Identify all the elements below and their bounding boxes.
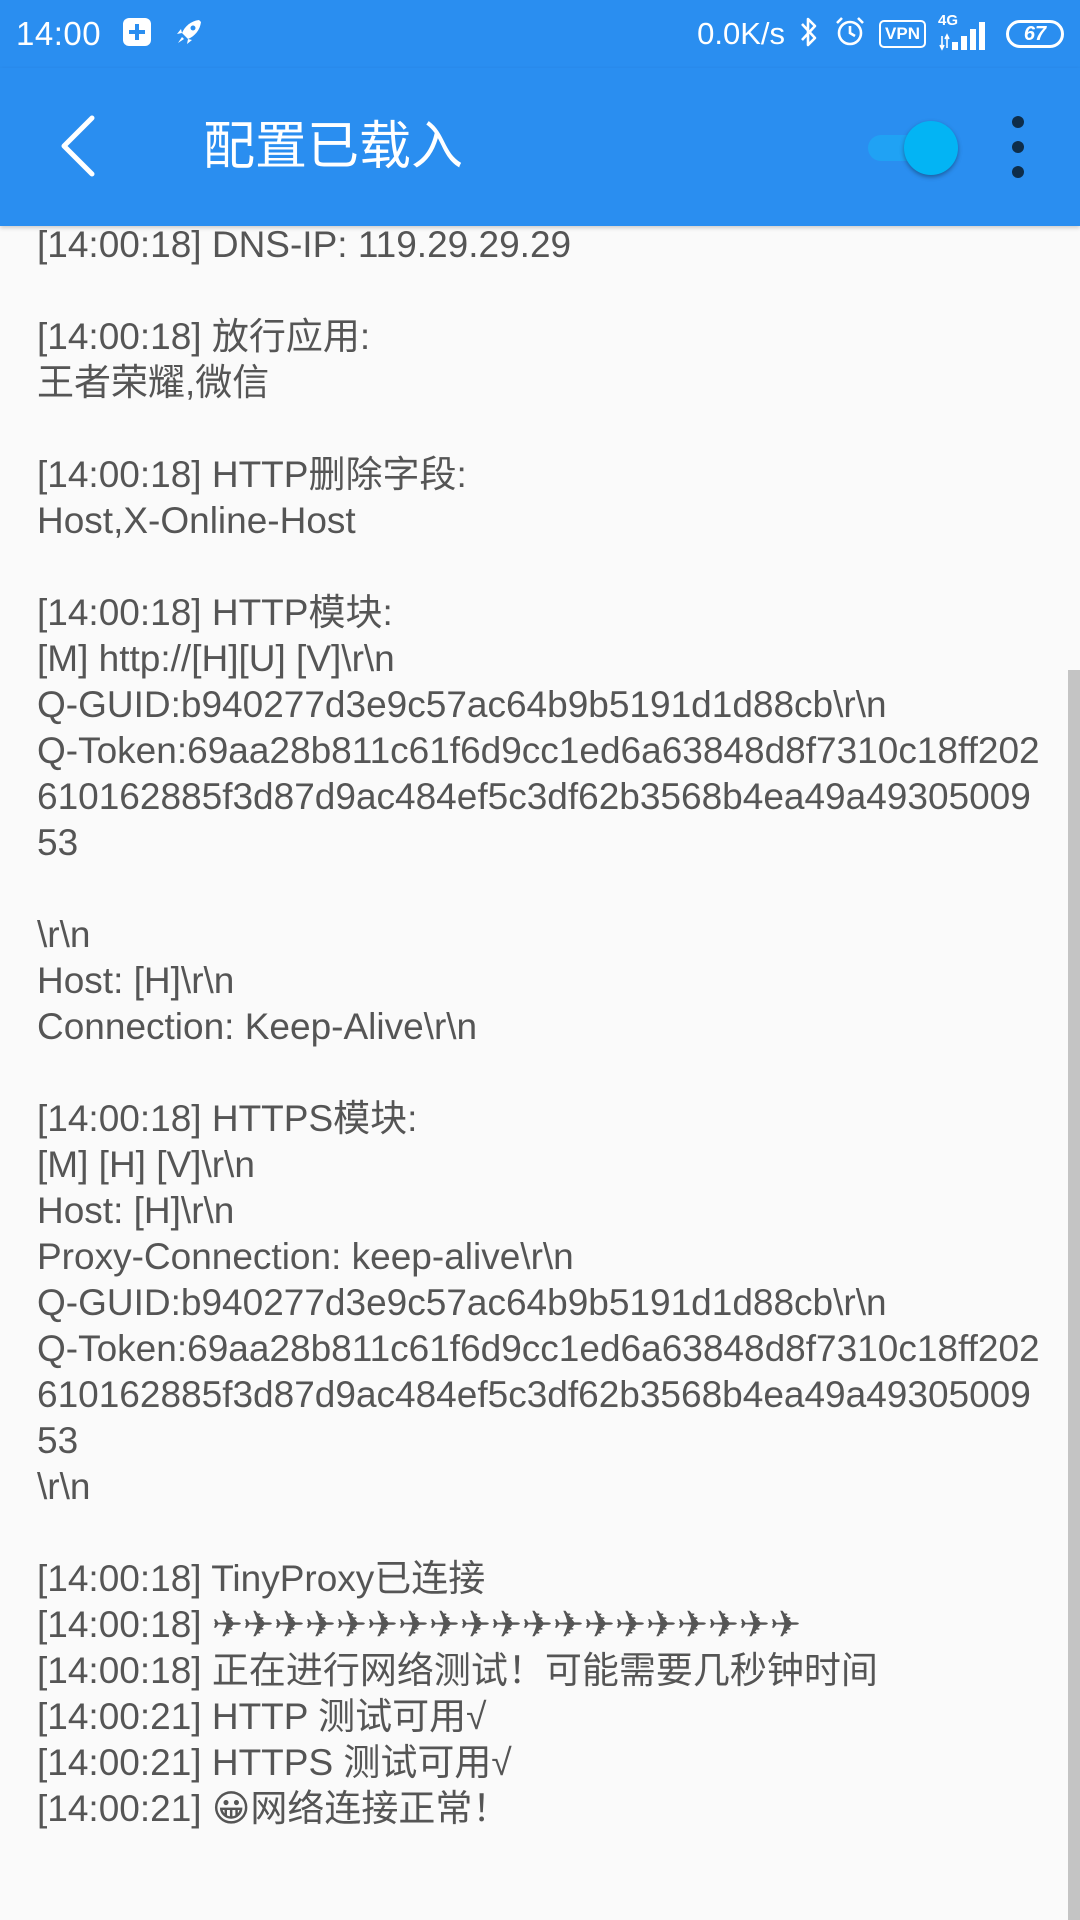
net-speed: 0.0K/s xyxy=(697,16,786,51)
signal-icon: 4G xyxy=(938,12,994,54)
status-left: 14:00 xyxy=(16,0,205,68)
more-vert-icon-dot xyxy=(1012,141,1024,153)
bluetooth-icon xyxy=(797,14,821,54)
scrollbar[interactable] xyxy=(1068,670,1080,1920)
more-vert-icon-dot xyxy=(1012,166,1024,178)
page-title: 配置已载入 xyxy=(203,117,464,177)
status-right: 0.0K/s VPN 4G 67 xyxy=(697,0,1064,68)
proxy-toggle[interactable] xyxy=(864,119,958,175)
plus-square-icon xyxy=(121,16,153,52)
log-text: [14:00:18] DNS-IP: 119.29.29.29 [14:00:1… xyxy=(37,226,1040,1829)
battery-icon: 67 xyxy=(1006,20,1064,48)
status-time: 14:00 xyxy=(16,15,102,52)
chevron-left-icon xyxy=(61,115,95,177)
status-bar: 14:00 0.0K/s VPN 4G 67 xyxy=(0,0,1080,68)
screen: 14:00 0.0K/s VPN 4G 67 配置已载入 [14:00:18] … xyxy=(0,0,1080,1920)
alarm-icon xyxy=(833,15,867,53)
more-options-button[interactable] xyxy=(994,116,1042,178)
more-vert-icon-dot xyxy=(1012,116,1024,128)
rocket-icon xyxy=(173,16,205,52)
log-view[interactable]: [14:00:18] DNS-IP: 119.29.29.29 [14:00:1… xyxy=(0,226,1060,1920)
back-button[interactable] xyxy=(40,108,116,184)
toggle-thumb xyxy=(904,121,958,175)
app-bar: 配置已载入 xyxy=(0,68,1080,226)
vpn-icon: VPN xyxy=(879,20,926,48)
